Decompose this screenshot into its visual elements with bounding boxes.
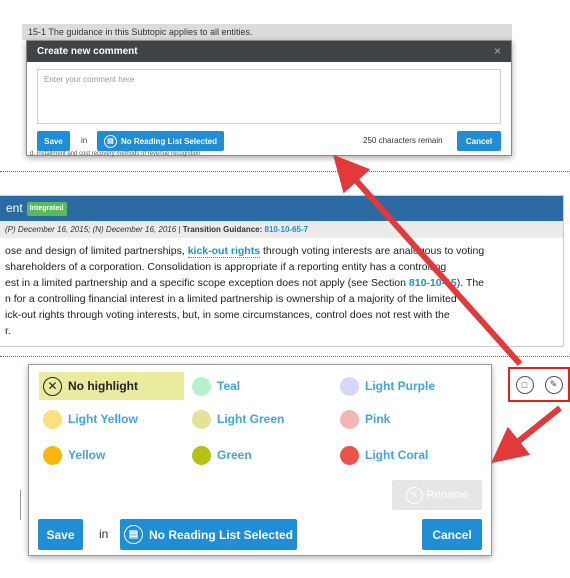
partial-guidance-line: d. Installment and cost recovery methods… [30,151,201,157]
paragraph-line: shareholders of a corporation. Consolida… [5,261,447,273]
annotation-toolbar: □ ✎ [508,367,570,402]
light-yellow-swatch [43,409,62,429]
panel-edge [20,490,28,520]
option-no-highlight[interactable]: ✕ No highlight [39,372,184,400]
option-label: Light Yellow [68,412,138,426]
guidance-line: 15-1 The guidance in this Subtopic appli… [22,24,512,40]
option-light-yellow[interactable]: Light Yellow [43,405,138,433]
option-light-green[interactable]: Light Green [192,405,284,433]
paragraph-line: ose and design of limited partnerships, … [5,243,558,259]
cancel-button[interactable]: Cancel [422,519,482,550]
in-label: in [81,136,88,145]
paragraph-line: est in a limited partnership and a speci… [5,275,558,291]
light-coral-swatch [340,445,359,465]
dialog-footer: Save in ▤ No Reading List Selected 250 c… [37,131,501,151]
option-light-purple[interactable]: Light Purple [340,372,435,400]
option-label: Light Green [217,412,285,426]
meta-transition-label: Transition Guidance: [182,225,263,234]
section-link[interactable]: 810-10-15 [409,277,457,289]
yellow-swatch [43,445,62,465]
highlight-pen-icon[interactable]: ✎ [544,375,563,394]
close-icon[interactable]: × [494,41,501,62]
content-title: ent [6,201,23,215]
content-header: ent Integrated [0,196,563,221]
highlight-panel: ✕ No highlight Teal Light Purple Light Y… [28,364,492,556]
option-label: Yellow [68,448,106,462]
divider [0,356,570,357]
reading-list-icon: ▤ [123,525,143,544]
option-label: Green [217,448,252,462]
option-label: No highlight [68,379,138,393]
option-label: Pink [365,412,391,426]
reading-list-icon: ▤ [103,134,117,148]
paragraph: ose and design of limited partnerships, … [0,238,563,339]
light-purple-swatch [340,376,359,396]
meta-dates: (P) December 16, 2015; (N) December 16, … [5,225,183,234]
chars-remaining: 250 characters remain [363,136,443,145]
content-panel: ent Integrated (P) December 16, 2015; (N… [0,195,564,347]
dialog-header: Create new comment × [27,41,511,62]
comment-textarea[interactable]: Enter your comment here [37,69,501,124]
dialog-title: Create new comment [37,46,138,57]
no-highlight-icon: ✕ [43,376,62,396]
option-green[interactable]: Green [192,441,252,469]
transition-guidance-link[interactable]: 810-10-65-7 [265,225,309,234]
option-yellow[interactable]: Yellow [43,441,105,469]
rename-pen-icon: ✎ [405,486,423,504]
paragraph-line: ick-out rights through voting interests,… [5,309,450,321]
reading-list-button[interactable]: ▤ No Reading List Selected [97,131,224,151]
option-pink[interactable]: Pink [340,405,390,433]
line-text: through voting interests are analogous t… [260,245,485,257]
option-teal[interactable]: Teal [192,372,240,400]
save-button[interactable]: Save [37,131,70,151]
line-text: ). The [456,277,485,289]
option-light-coral[interactable]: Light Coral [340,441,428,469]
effective-date-line: (P) December 16, 2015; (N) December 16, … [0,221,563,238]
integrated-badge: Integrated [26,201,67,216]
rename-button[interactable]: ✎ Rename [392,480,482,510]
reading-list-label: No Reading List Selected [120,136,218,146]
comment-icon[interactable]: □ [515,375,534,394]
arrow-to-highlight-panel [490,405,562,464]
light-green-swatch [192,409,211,429]
pink-swatch [340,409,359,429]
paragraph-line: r. [5,325,11,337]
in-label: in [99,527,109,541]
cancel-button[interactable]: Cancel [457,131,501,151]
line-text: ose and design of limited partnerships, [5,245,188,257]
option-label: Teal [217,379,241,393]
rename-label: Rename [426,489,469,501]
create-comment-dialog: Create new comment × Enter your comment … [26,40,512,156]
option-label: Light Coral [365,448,429,462]
green-swatch [192,445,211,465]
kick-out-rights-link[interactable]: kick-out rights [187,245,261,258]
reading-list-label: No Reading List Selected [148,527,294,542]
option-label: Light Purple [365,379,435,393]
reading-list-button[interactable]: ▤ No Reading List Selected [120,519,297,550]
teal-swatch [192,376,211,396]
paragraph-line: n for a controlling financial interest i… [5,293,457,305]
save-button[interactable]: Save [38,519,83,550]
divider [0,171,570,172]
line-text: est in a limited partnership and a speci… [5,277,409,289]
